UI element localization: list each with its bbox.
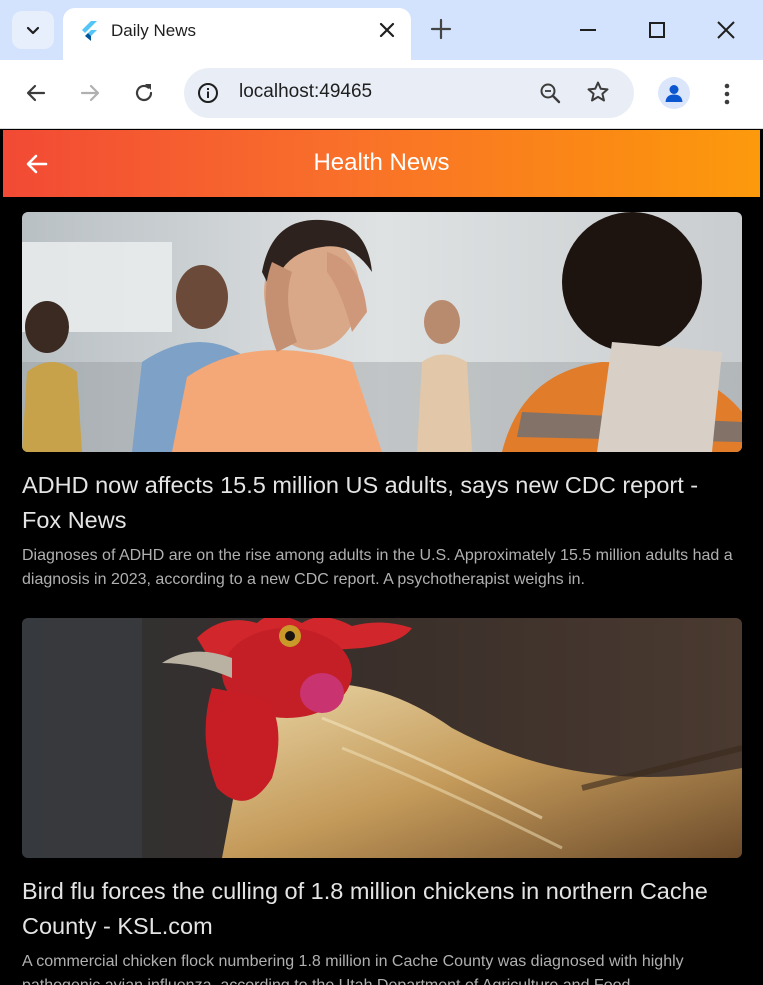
tab-search-button[interactable]: [12, 11, 54, 49]
reload-icon[interactable]: [132, 81, 156, 105]
minimize-icon[interactable]: [579, 20, 597, 40]
browser-tab[interactable]: Daily News: [63, 8, 411, 60]
star-icon[interactable]: [586, 80, 610, 104]
article-image[interactable]: [22, 212, 742, 452]
close-icon[interactable]: [377, 20, 397, 40]
page-viewport: Health News ADHD now affects 15.5 millio…: [3, 129, 760, 985]
info-icon[interactable]: [197, 82, 219, 104]
app-bar: Health News: [3, 130, 760, 197]
maximize-icon[interactable]: [648, 21, 666, 39]
news-card[interactable]: Bird flu forces the culling of 1.8 milli…: [22, 618, 742, 985]
article-image-rooster: [22, 618, 742, 858]
article-title[interactable]: ADHD now affects 15.5 million US adults,…: [22, 468, 737, 538]
address-bar[interactable]: localhost:49465: [184, 68, 634, 118]
tab-title: Daily News: [111, 21, 197, 40]
article-description: A commercial chicken flock numbering 1.8…: [22, 953, 684, 985]
article-title[interactable]: Bird flu forces the culling of 1.8 milli…: [22, 874, 737, 944]
news-card[interactable]: ADHD now affects 15.5 million US adults,…: [22, 212, 742, 592]
article-description: Diagnoses of ADHD are on the rise among …: [22, 547, 733, 588]
window-close-icon[interactable]: [716, 20, 736, 40]
browser-toolbar: localhost:49465: [0, 60, 763, 129]
url-text[interactable]: localhost:49465: [239, 81, 372, 103]
article-image[interactable]: [22, 618, 742, 858]
browser-tab-strip: Daily News: [0, 0, 763, 60]
back-icon[interactable]: [24, 81, 48, 105]
flutter-icon: [82, 21, 97, 41]
profile-icon: [665, 85, 683, 102]
more-icon[interactable]: [724, 83, 730, 105]
page-title: Health News: [313, 149, 450, 176]
forward-icon[interactable]: [78, 81, 102, 105]
plus-icon[interactable]: [430, 18, 452, 40]
zoom-icon[interactable]: [538, 81, 562, 105]
article-image-classroom: [22, 212, 742, 452]
profile-button[interactable]: [658, 77, 690, 109]
chevron-down-icon: [26, 26, 40, 35]
